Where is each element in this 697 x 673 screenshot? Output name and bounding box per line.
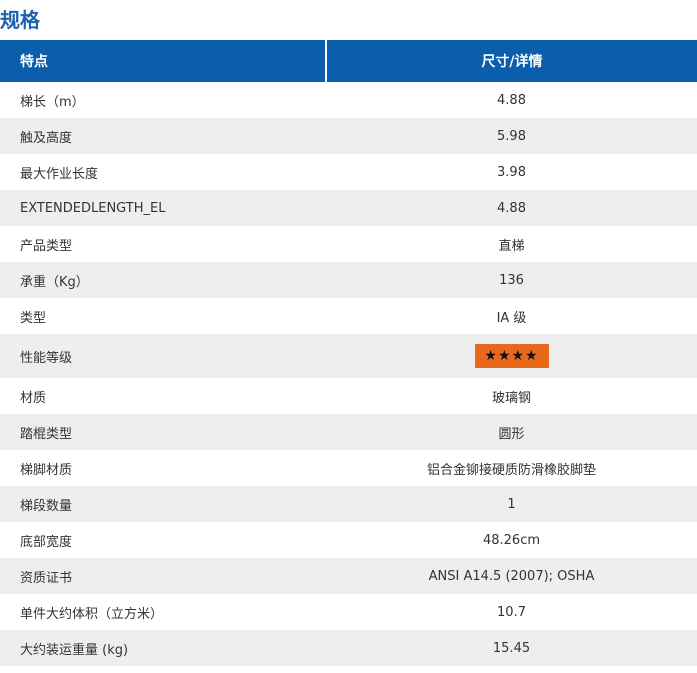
row-value: ★★★★ (326, 334, 697, 378)
row-value: 3.98 (326, 154, 697, 190)
table-row: 大约装运重量 (kg) 15.45 (0, 630, 697, 666)
row-value: 136 (326, 262, 697, 298)
row-value: 15.45 (326, 630, 697, 666)
table-row: 性能等级 ★★★★ (0, 334, 697, 378)
row-label: 产品类型 (0, 226, 326, 262)
row-label: 承重（Kg） (0, 262, 326, 298)
row-label: 触及高度 (0, 118, 326, 154)
table-row: 梯长（m） 4.88 (0, 82, 697, 118)
row-value: 5.98 (326, 118, 697, 154)
row-label: EXTENDEDLENGTH_EL (0, 190, 326, 226)
page-title: 规格 (0, 8, 40, 32)
row-value: 4.88 (326, 190, 697, 226)
row-label: 单件大约体积（立方米） (0, 594, 326, 630)
row-value: 10.7 (326, 594, 697, 630)
column-header-details: 尺寸/详情 (326, 40, 697, 82)
row-label: 踏棍类型 (0, 414, 326, 450)
row-label: 梯脚材质 (0, 450, 326, 486)
table-row: 产品类型 直梯 (0, 226, 697, 262)
row-label: 材质 (0, 378, 326, 414)
table-row: 梯段数量 1 (0, 486, 697, 522)
spec-table: 特点 尺寸/详情 梯长（m） 4.88 触及高度 5.98 最大作业长度 3.9… (0, 40, 697, 666)
row-value: 玻璃钢 (326, 378, 697, 414)
row-value: 4.88 (326, 82, 697, 118)
column-header-feature: 特点 (0, 40, 327, 82)
row-value: 铝合金铆接硬质防滑橡胶脚垫 (326, 450, 697, 486)
row-label: 资质证书 (0, 558, 326, 594)
row-value: 48.26cm (326, 522, 697, 558)
table-row: 资质证书 ANSI A14.5 (2007); OSHA (0, 558, 697, 594)
row-value: 直梯 (326, 226, 697, 262)
table-row: 承重（Kg） 136 (0, 262, 697, 298)
row-value: 圆形 (326, 414, 697, 450)
table-header-row: 特点 尺寸/详情 (0, 40, 697, 82)
table-row: 最大作业长度 3.98 (0, 154, 697, 190)
table-row: 梯脚材质 铝合金铆接硬质防滑橡胶脚垫 (0, 450, 697, 486)
row-value: ANSI A14.5 (2007); OSHA (326, 558, 697, 594)
table-row: 类型 IA 级 (0, 298, 697, 334)
row-value: IA 级 (326, 298, 697, 334)
row-label: 梯长（m） (0, 82, 326, 118)
row-label: 性能等级 (0, 334, 326, 378)
table-row: 材质 玻璃钢 (0, 378, 697, 414)
table-row: 触及高度 5.98 (0, 118, 697, 154)
row-value: 1 (326, 486, 697, 522)
table-row: 单件大约体积（立方米） 10.7 (0, 594, 697, 630)
row-label: 底部宽度 (0, 522, 326, 558)
table-row: EXTENDEDLENGTH_EL 4.88 (0, 190, 697, 226)
row-label: 梯段数量 (0, 486, 326, 522)
row-label: 最大作业长度 (0, 154, 326, 190)
table-row: 踏棍类型 圆形 (0, 414, 697, 450)
table-row: 底部宽度 48.26cm (0, 522, 697, 558)
star-rating-icon: ★★★★ (474, 344, 549, 368)
row-label: 类型 (0, 298, 326, 334)
row-label: 大约装运重量 (kg) (0, 630, 326, 666)
